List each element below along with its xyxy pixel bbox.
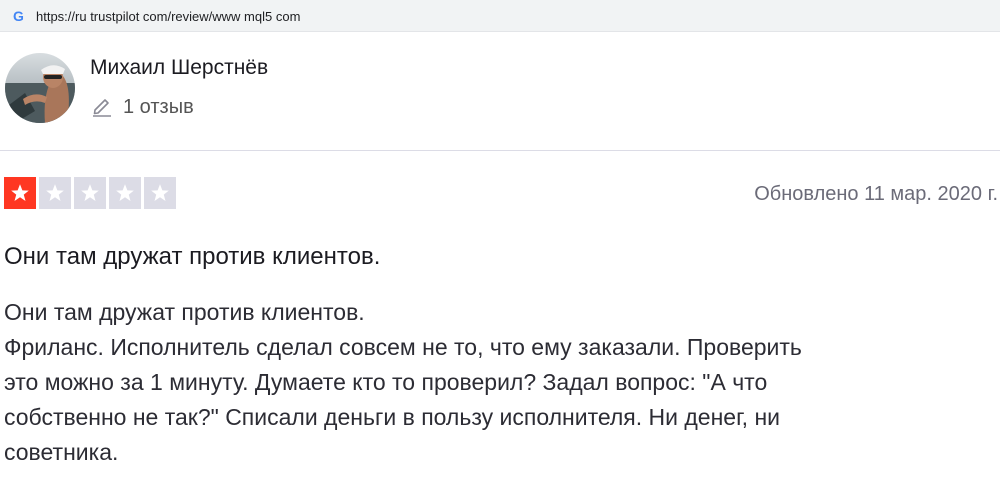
pen-icon — [93, 99, 111, 117]
star-icon — [39, 177, 71, 209]
review-body-line: Фриланс. Исполнитель сделал совсем не то… — [4, 334, 802, 360]
star-icon — [74, 177, 106, 209]
review-body-line: это можно за 1 минуту. Думаете кто то пр… — [4, 369, 768, 395]
star-icon — [144, 177, 176, 209]
reviewer-name[interactable]: Михаил Шерстнёв — [90, 55, 268, 81]
review-body-line: собственно не так?" Списали деньги в пол… — [4, 404, 780, 430]
avatar-photo — [5, 53, 75, 123]
review-body-line: Они там дружат против клиентов. — [4, 299, 365, 325]
review-body: Они там дружат против клиентов. Фриланс.… — [4, 295, 994, 470]
review-date: Обновлено 11 мар. 2020 г. — [754, 183, 998, 205]
divider — [0, 150, 1000, 151]
url-text[interactable]: https://ru trustpilot com/review/www mql… — [36, 9, 300, 24]
star-icon — [109, 177, 141, 209]
google-icon: G — [13, 8, 24, 24]
review-body-line: советника. — [4, 439, 119, 465]
avatar[interactable] — [5, 53, 75, 123]
review-title[interactable]: Они там дружат против клиентов. — [4, 242, 380, 272]
review-count[interactable]: 1 отзыв — [123, 94, 194, 120]
star-icon — [4, 177, 36, 209]
address-bar[interactable]: G https://ru trustpilot com/review/www m… — [0, 0, 1000, 32]
star-rating — [4, 177, 176, 209]
